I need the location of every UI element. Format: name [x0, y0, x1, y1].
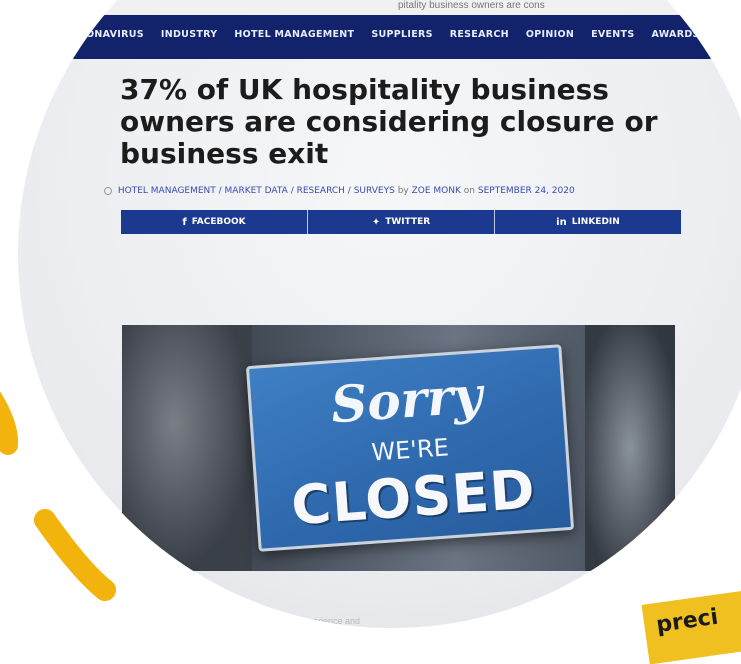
photographed-screen: pitality business owners are cons ONAVIR… — [18, 0, 741, 628]
linkedin-icon: in — [556, 216, 567, 228]
nav-item-events[interactable]: EVENTS — [591, 29, 634, 40]
image-caption: ar experience and — [288, 616, 361, 626]
top-strip: pitality business owners are cons — [18, 0, 741, 14]
top-strip-text: pitality business owners are cons — [398, 0, 545, 11]
nav-item-hotel-management[interactable]: HOTEL MANAGEMENT — [234, 29, 354, 40]
article-headline: 37% of UK hospitality business owners ar… — [120, 73, 658, 170]
on-label: on — [463, 186, 475, 196]
linkedin-share-button[interactable]: in LINKEDIN — [495, 210, 681, 234]
author-link[interactable]: ZOE MONK — [412, 186, 461, 196]
nav-item-opinion[interactable]: OPINION — [526, 29, 574, 40]
twitter-icon: ✦ — [371, 216, 381, 228]
nav-item-awards[interactable]: AWARDS — [651, 29, 699, 40]
by-label: by — [397, 186, 409, 196]
category-icon — [104, 186, 112, 195]
corner-badge: preci — [641, 585, 741, 664]
main-navigation: ONAVIRUS INDUSTRY HOTEL MANAGEMENT SUPPL… — [18, 15, 741, 59]
closed-sign: Sorry WE'RE CLOSED — [245, 344, 575, 552]
facebook-label: FACEBOOK — [191, 217, 246, 227]
nav-item-suppliers[interactable]: SUPPLIERS — [371, 29, 432, 40]
facebook-share-button[interactable]: f FACEBOOK — [121, 210, 308, 234]
article-meta: HOTEL MANAGEMENT / MARKET DATA / RESEARC… — [104, 186, 575, 196]
article-categories[interactable]: HOTEL MANAGEMENT / MARKET DATA / RESEARC… — [118, 186, 395, 196]
facebook-icon: f — [182, 216, 187, 228]
twitter-label: TWITTER — [385, 217, 431, 227]
linkedin-label: LINKEDIN — [571, 217, 620, 227]
hero-image: Sorry WE'RE CLOSED — [122, 325, 675, 571]
nav-item-coronavirus[interactable]: ONAVIRUS — [86, 29, 144, 40]
badge-text: preci — [654, 604, 720, 639]
publish-date: SEPTEMBER 24, 2020 — [477, 186, 575, 196]
share-bar: f FACEBOOK ✦ TWITTER in LINKEDIN — [121, 210, 681, 234]
nav-item-industry[interactable]: INDUSTRY — [161, 29, 217, 40]
nav-item-research[interactable]: RESEARCH — [450, 29, 509, 40]
twitter-share-button[interactable]: ✦ TWITTER — [308, 210, 495, 234]
